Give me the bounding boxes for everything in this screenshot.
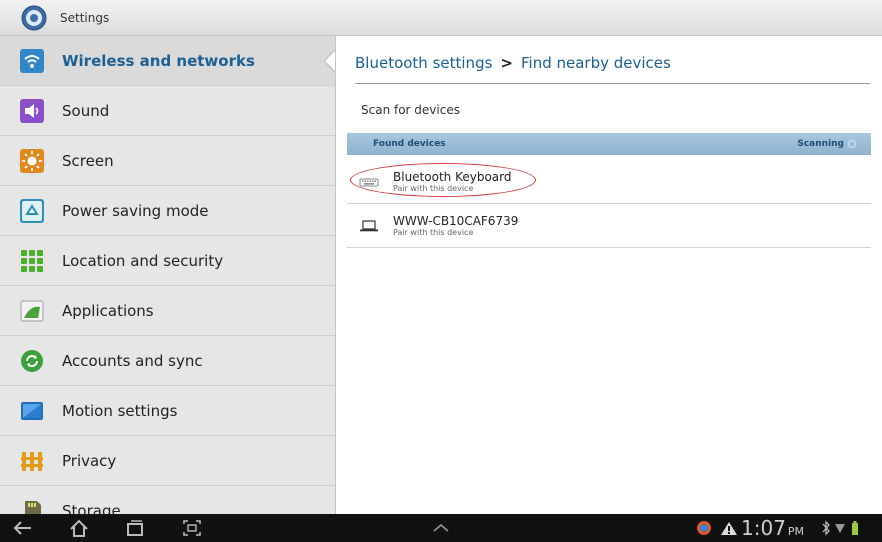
sidebar-item-location-and-security[interactable]: Location and security — [0, 236, 335, 286]
signal-icon — [835, 524, 845, 533]
screenshot-icon[interactable] — [181, 518, 203, 538]
selection-notch — [325, 50, 335, 72]
scanning-spinner-icon — [847, 139, 857, 149]
speaker-icon — [20, 98, 44, 123]
sidebar-item-wireless-and-networks[interactable]: Wireless and networks — [0, 36, 335, 86]
breadcrumb-parent[interactable]: Bluetooth settings — [355, 54, 492, 72]
sidebar-item-label: Sound — [62, 101, 110, 120]
sidebar-item-privacy[interactable]: Privacy — [0, 436, 335, 486]
breadcrumb-current: Find nearby devices — [520, 54, 671, 72]
grid-location-icon — [21, 249, 43, 272]
sidebar-item-power-saving-mode[interactable]: Power saving mode — [0, 186, 335, 236]
back-icon[interactable] — [12, 518, 34, 538]
brightness-icon — [20, 148, 44, 173]
device-subtitle: Pair with this device — [393, 227, 474, 237]
clock-ampm: PM — [787, 525, 805, 538]
device-text: WWW-CB10CAF6739 Pair with this device — [393, 214, 518, 238]
notification-icon[interactable] — [693, 518, 715, 538]
sidebar-item-label: Power saving mode — [62, 201, 209, 220]
sidebar-item-label: Location and security — [62, 251, 224, 270]
scanning-label: Scanning — [797, 139, 844, 149]
home-icon[interactable] — [68, 518, 90, 538]
sidebar-item-screen[interactable]: Screen — [0, 136, 335, 186]
title-bar: Settings — [0, 0, 882, 36]
sidebar-item-label: Wireless and networks — [62, 51, 255, 70]
privacy-icon — [21, 451, 43, 471]
scanning-status: Scanning — [797, 139, 857, 149]
battery-icon — [852, 521, 858, 535]
scan-for-devices-button[interactable]: Scan for devices — [361, 103, 460, 117]
bluetooth-find-devices-panel: Bluetooth settings > Find nearby devices… — [337, 36, 882, 514]
settings-gear-icon[interactable] — [20, 4, 48, 32]
system-navigation-bar: 1:07 PM — [0, 514, 882, 542]
laptop-icon — [360, 219, 378, 231]
sidebar-item-motion-settings[interactable]: Motion settings — [0, 386, 335, 436]
breadcrumb: Bluetooth settings > Find nearby devices — [355, 54, 870, 84]
applications-icon — [20, 300, 44, 321]
found-devices-title: Found devices — [373, 139, 446, 149]
sidebar-item-accounts-and-sync[interactable]: Accounts and sync — [0, 336, 335, 386]
up-chevron-icon[interactable] — [430, 518, 452, 538]
sidebar-item-label: Motion settings — [62, 401, 178, 420]
motion-icon — [21, 401, 43, 420]
sidebar-item-label: Screen — [62, 151, 114, 170]
sidebar-item-label: Privacy — [62, 451, 117, 470]
settings-sidebar: Wireless and networks Sound Screen Power… — [0, 36, 336, 514]
warning-icon[interactable] — [718, 518, 740, 538]
device-name: WWW-CB10CAF6739 — [393, 213, 519, 228]
window-title: Settings — [60, 10, 110, 25]
sidebar-item-label: Accounts and sync — [62, 351, 203, 370]
clock-time: 1:07 — [741, 516, 786, 540]
sd-card-icon — [25, 500, 41, 514]
breadcrumb-separator: > — [500, 54, 513, 72]
status-clock[interactable]: 1:07 PM — [741, 516, 804, 540]
recycle-icon — [20, 198, 44, 223]
bluetooth-icon — [822, 520, 830, 536]
device-row-www-cb10caf6739[interactable]: WWW-CB10CAF6739 Pair with this device — [347, 204, 871, 248]
found-devices-header: Found devices Scanning — [347, 133, 871, 155]
wifi-icon — [20, 48, 44, 73]
sync-icon — [21, 349, 43, 372]
sidebar-item-sound[interactable]: Sound — [0, 86, 335, 136]
sidebar-item-applications[interactable]: Applications — [0, 286, 335, 336]
recent-apps-icon[interactable] — [124, 518, 146, 538]
sidebar-item-storage[interactable]: Storage — [0, 486, 335, 514]
highlight-ring — [350, 163, 536, 197]
sidebar-item-label: Storage — [62, 501, 121, 515]
sidebar-item-label: Applications — [62, 301, 154, 320]
